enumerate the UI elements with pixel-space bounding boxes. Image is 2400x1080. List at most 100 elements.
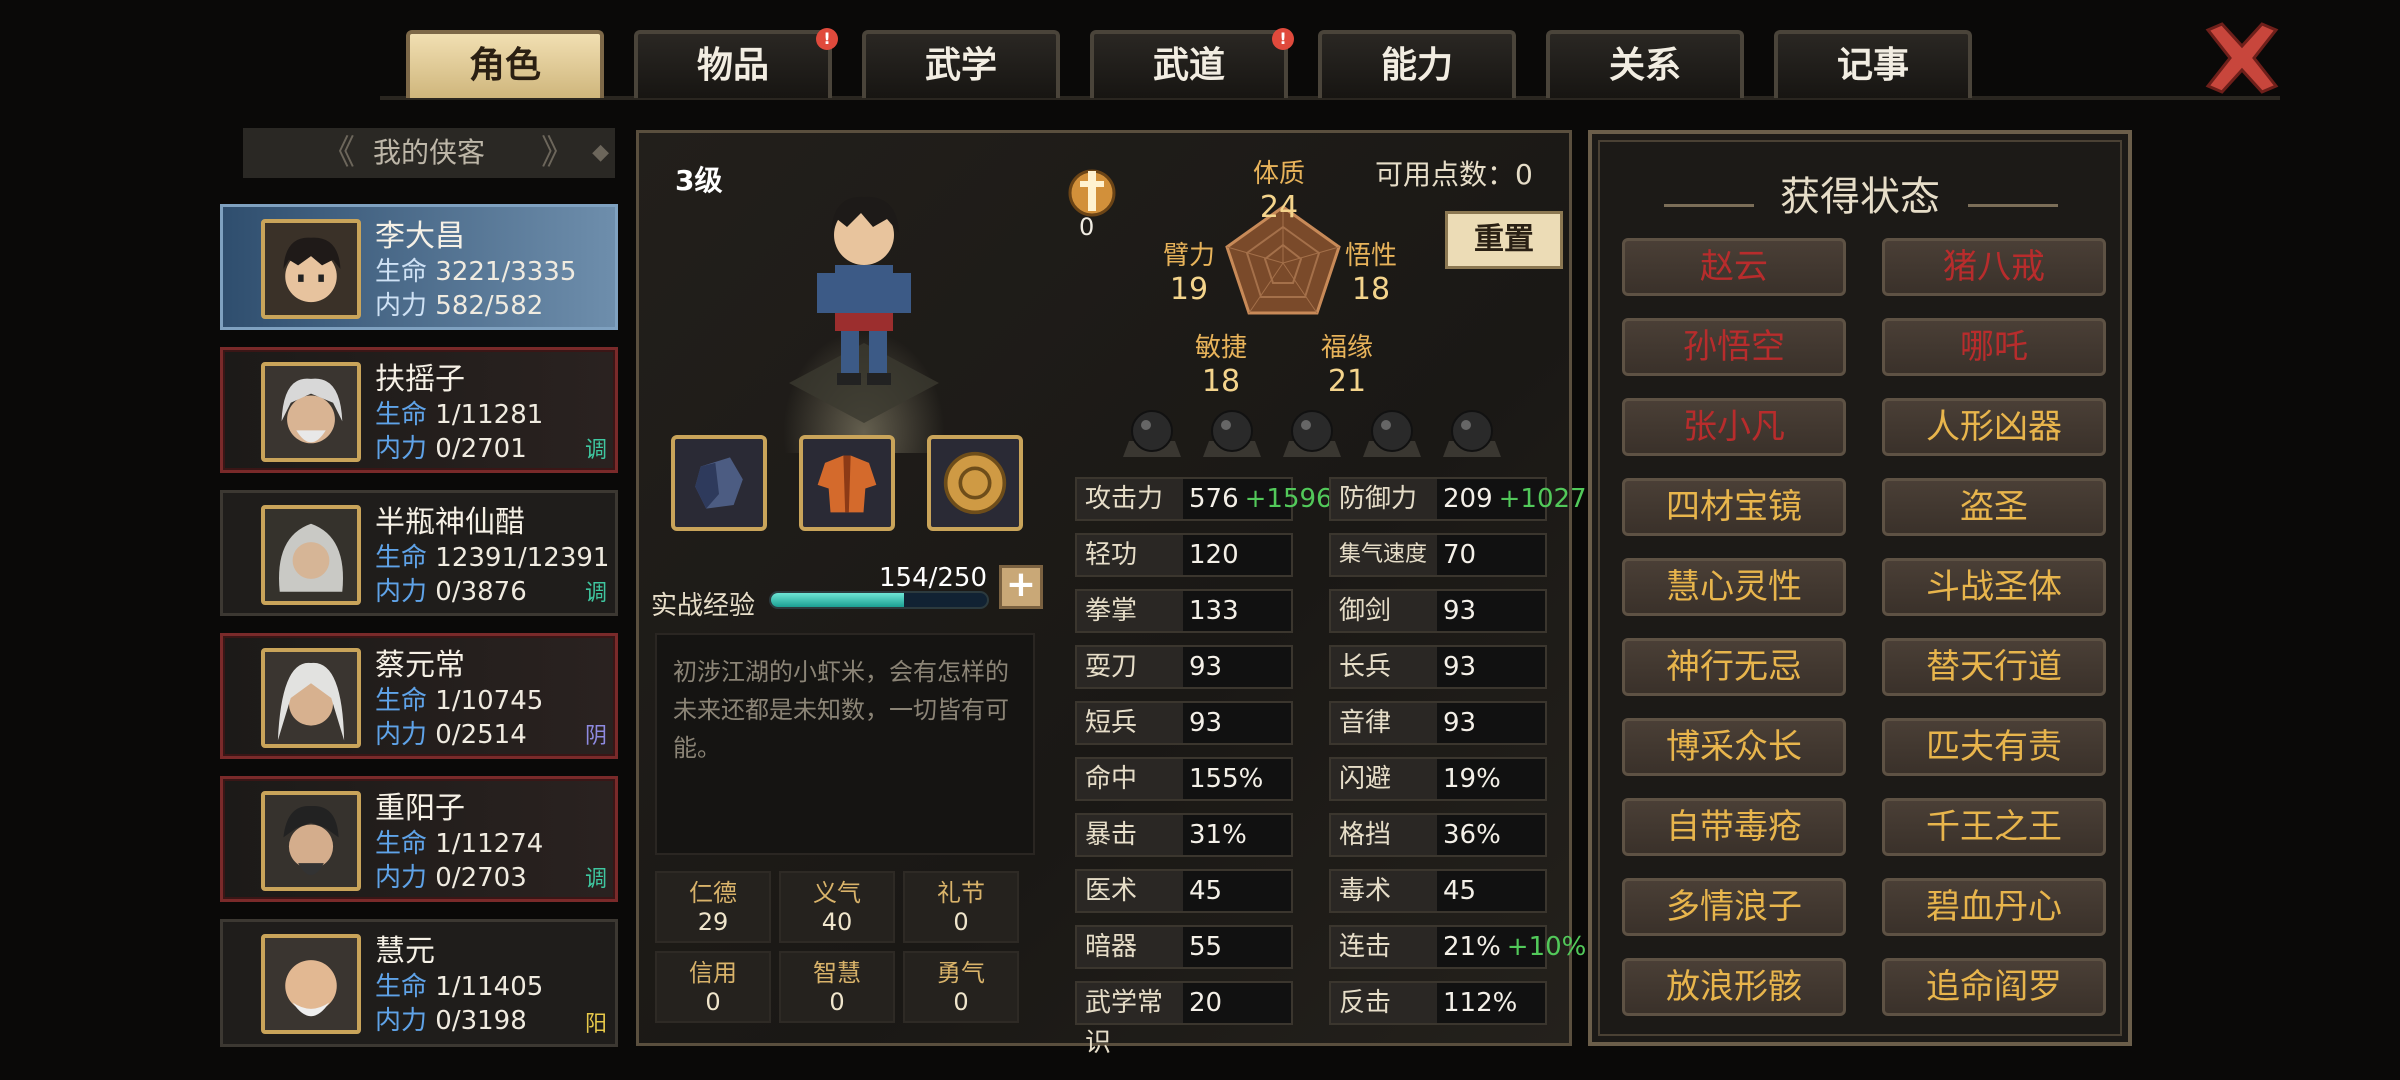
status-chip[interactable]: 放浪形骸 xyxy=(1622,958,1846,1016)
amulet-icon xyxy=(943,451,1007,515)
attr-row: 反击 112% xyxy=(1329,981,1547,1025)
attr-row: 御剑 93 xyxy=(1329,589,1547,633)
alert-badge: ! xyxy=(816,28,838,50)
stat-agility: 敏捷 18 xyxy=(1195,333,1248,399)
status-chip[interactable]: 碧血丹心 xyxy=(1882,878,2106,936)
status-panel: 获得状态 赵云 猪八戒 孙悟空 哪吒 张小凡 人形凶器 四材宝镜 盗圣 慧心灵性… xyxy=(1588,130,2132,1046)
equip-slot-gloves[interactable] xyxy=(671,435,767,531)
virtue-stat: 礼节 0 xyxy=(903,871,1019,943)
status-chip[interactable]: 哪吒 xyxy=(1882,318,2106,376)
hero-mp: 内力 0/2514 xyxy=(375,720,527,750)
tab-role[interactable]: 角色 xyxy=(406,30,604,98)
status-chip[interactable]: 神行无忌 xyxy=(1622,638,1846,696)
hero-card[interactable]: 半瓶神仙醋 生命 12391/12391 内力 0/3876 调 xyxy=(220,490,618,616)
tab-martial-arts[interactable]: 武学 xyxy=(862,30,1060,98)
hero-portrait xyxy=(261,648,361,748)
gloves-icon xyxy=(695,457,743,509)
attr-row: 连击 21% +10% xyxy=(1329,925,1586,969)
virtue-stat: 仁德 29 xyxy=(655,871,771,943)
attr-row: 防御力 209 +1027 xyxy=(1329,477,1587,521)
attr-row: 命中 155% xyxy=(1075,757,1293,801)
attr-row: 拳掌 133 xyxy=(1075,589,1293,633)
status-chip[interactable]: 匹夫有责 xyxy=(1882,718,2106,776)
hero-tag: 调 xyxy=(584,438,607,463)
hero-card[interactable]: 扶摇子 生命 1/11281 内力 0/2701 调 xyxy=(220,347,618,473)
status-title: 获得状态 xyxy=(1780,174,1940,220)
stat-fortune: 福缘 21 xyxy=(1321,333,1374,399)
virtue-stat: 信用 0 xyxy=(655,951,771,1023)
status-chip[interactable]: 慧心灵性 xyxy=(1622,558,1846,616)
status-chip[interactable]: 替天行道 xyxy=(1882,638,2106,696)
hero-card[interactable]: 蔡元常 生命 1/10745 内力 0/2514 阴 xyxy=(220,633,618,759)
character-panel: 3级 实战经验 154/250 + 初涉江湖的小虾米，会有怎样的未来还都是未知数… xyxy=(636,130,1587,1058)
attr-row: 暗器 55 xyxy=(1075,925,1293,969)
hero-mp: 内力 0/2701 xyxy=(375,434,527,464)
status-chip[interactable]: 四材宝镜 xyxy=(1622,478,1846,536)
status-chip[interactable]: 人形凶器 xyxy=(1882,398,2106,456)
hero-name: 慧元 xyxy=(375,934,435,969)
virtue-stat: 义气 40 xyxy=(779,871,895,943)
orb-slot-icon[interactable] xyxy=(1119,401,1185,467)
hero-mp: 内力 0/2703 xyxy=(375,863,527,893)
status-chip[interactable]: 千王之王 xyxy=(1882,798,2106,856)
exp-label: 实战经验 xyxy=(651,591,756,621)
hero-portrait xyxy=(261,505,361,605)
hero-tag: 调 xyxy=(584,581,607,606)
orb-slot-icon[interactable] xyxy=(1439,401,1505,467)
status-chip[interactable]: 张小凡 xyxy=(1622,398,1846,456)
diamond-icon: ◆ xyxy=(592,140,609,165)
hero-name: 扶摇子 xyxy=(375,362,465,397)
attr-row: 长兵 93 xyxy=(1329,645,1547,689)
status-chip[interactable]: 斗战圣体 xyxy=(1882,558,2106,616)
hero-portrait xyxy=(261,362,361,462)
hero-tag: 调 xyxy=(584,867,607,892)
orb-slot-icon[interactable] xyxy=(1199,401,1265,467)
hero-name: 蔡元常 xyxy=(375,648,465,683)
attr-row: 格挡 36% xyxy=(1329,813,1547,857)
attr-row: 暴击 31% xyxy=(1075,813,1293,857)
orb-slot-icon[interactable] xyxy=(1279,401,1345,467)
status-chip[interactable]: 盗圣 xyxy=(1882,478,2106,536)
attr-row: 耍刀 93 xyxy=(1075,645,1293,689)
status-chip[interactable]: 博采众长 xyxy=(1622,718,1846,776)
equip-slot-armor[interactable] xyxy=(799,435,895,531)
hero-hp: 生命 12391/12391 xyxy=(375,543,610,573)
hero-card[interactable]: 重阳子 生命 1/11274 内力 0/2703 调 xyxy=(220,776,618,902)
roster-title: 我的侠客 xyxy=(372,136,485,169)
status-chip[interactable]: 多情浪子 xyxy=(1622,878,1846,936)
virtue-stat: 勇气 0 xyxy=(903,951,1019,1023)
equip-slot-accessory[interactable] xyxy=(927,435,1023,531)
status-chip[interactable]: 追命阎罗 xyxy=(1882,958,2106,1016)
hero-card[interactable]: 慧元 生命 1/11405 内力 0/3198 阳 xyxy=(220,919,618,1047)
hero-tag: 阳 xyxy=(584,1012,607,1037)
tab-relations[interactable]: 关系 xyxy=(1546,30,1744,98)
hero-hp: 生命 1/11405 xyxy=(375,972,544,1002)
tab-journal[interactable]: 记事 xyxy=(1774,30,1972,98)
hero-portrait xyxy=(261,219,361,319)
hero-hp: 生命 3221/3335 xyxy=(375,257,577,287)
tab-martial-way[interactable]: 武道! xyxy=(1090,28,1294,98)
stat-strength: 臂力 19 xyxy=(1163,241,1216,307)
status-chip[interactable]: 猪八戒 xyxy=(1882,238,2106,296)
attr-row: 集气速度 70 xyxy=(1329,533,1547,577)
hero-portrait xyxy=(261,934,361,1034)
virtue-stat: 智慧 0 xyxy=(779,951,895,1023)
chevron-left-icon[interactable]: 《 xyxy=(321,128,355,178)
orb-slot-icon[interactable] xyxy=(1359,401,1425,467)
reset-button[interactable]: 重置 xyxy=(1445,211,1563,269)
hero-hp: 生命 1/10745 xyxy=(375,686,544,716)
close-icon[interactable] xyxy=(2200,20,2284,96)
chevron-right-icon[interactable]: 》 xyxy=(541,128,575,178)
exp-value: 154/250 xyxy=(879,563,988,593)
tab-abilities[interactable]: 能力 xyxy=(1318,30,1516,98)
add-exp-button[interactable]: + xyxy=(999,565,1043,609)
status-chip[interactable]: 自带毒疮 xyxy=(1622,798,1846,856)
hero-card[interactable]: 李大昌 生命 3221/3335 内力 582/582 xyxy=(220,204,618,330)
status-chip[interactable]: 孙悟空 xyxy=(1622,318,1846,376)
level-label: 3级 xyxy=(675,164,723,197)
tab-items[interactable]: 物品! xyxy=(634,28,838,98)
exp-bar xyxy=(769,591,989,609)
attr-row: 攻击力 576 +1596 xyxy=(1075,477,1333,521)
status-chip[interactable]: 赵云 xyxy=(1622,238,1846,296)
medal-icon xyxy=(1068,169,1116,217)
